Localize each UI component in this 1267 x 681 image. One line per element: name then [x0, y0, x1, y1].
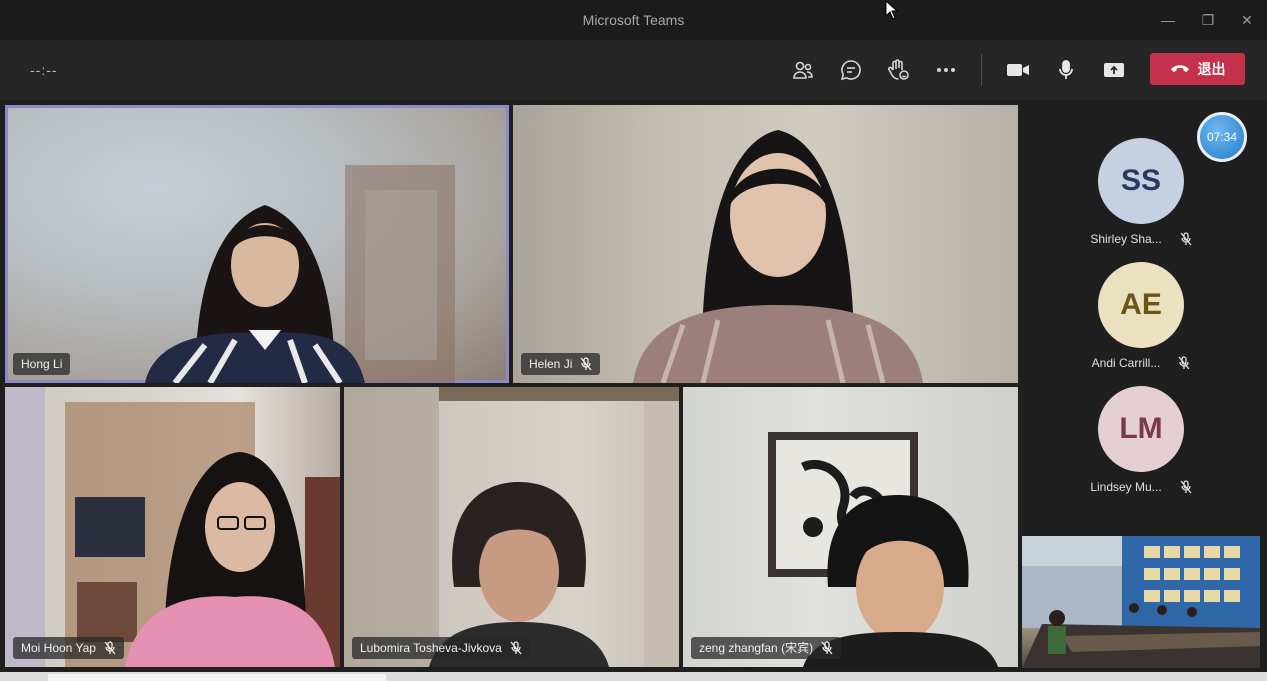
- roster-item-shirley[interactable]: SS Shirley Sha...: [1076, 138, 1206, 246]
- window-title: Microsoft Teams: [582, 12, 685, 28]
- mouse-cursor-icon: [885, 0, 899, 20]
- participant-video: [145, 165, 455, 383]
- reactions-button[interactable]: [882, 54, 914, 86]
- video-tile-zeng-zhangfan[interactable]: zeng zhangfan (宋宾): [683, 387, 1018, 667]
- muted-mic-icon: [1180, 480, 1192, 494]
- participant-name-tag: zeng zhangfan (宋宾): [691, 637, 842, 659]
- raise-hand-icon: [888, 59, 909, 80]
- more-options-button[interactable]: [930, 54, 962, 86]
- self-preview-video[interactable]: [1022, 536, 1260, 668]
- meeting-timer: --:--: [30, 62, 58, 78]
- muted-mic-icon: [1180, 232, 1192, 246]
- room-video: [1022, 536, 1260, 668]
- participant-video: [633, 130, 923, 383]
- muted-mic-icon: [510, 641, 522, 655]
- taskbar-segment: [48, 674, 386, 681]
- people-icon: [793, 61, 813, 79]
- roster-item-lindsey[interactable]: LM Lindsey Mu...: [1076, 386, 1206, 494]
- bottom-strip: [0, 672, 1267, 681]
- camera-toggle-button[interactable]: [1002, 54, 1034, 86]
- participant-name: zeng zhangfan (宋宾): [699, 641, 814, 655]
- avatar: AE: [1098, 262, 1184, 348]
- avatar: LM: [1098, 386, 1184, 472]
- avatar: SS: [1098, 138, 1184, 224]
- roster-name-row: Lindsey Mu...: [1076, 480, 1206, 494]
- share-screen-icon: [1104, 63, 1124, 77]
- title-bar: Microsoft Teams — ❐ ✕: [0, 0, 1267, 40]
- roster-name-row: Andi Carrill...: [1076, 356, 1206, 370]
- toolbar-divider: [981, 54, 982, 86]
- participants-button[interactable]: [787, 54, 819, 86]
- participant-name-tag: Hong Li: [13, 353, 71, 375]
- participant-name: Moi Hoon Yap: [21, 641, 96, 655]
- roster-name: Lindsey Mu...: [1090, 480, 1162, 494]
- microphone-icon: [1059, 60, 1073, 79]
- muted-mic-icon: [580, 357, 592, 371]
- participant-name: Lubomira Tosheva-Jivkova: [360, 641, 502, 655]
- roster-item-andi[interactable]: AE Andi Carrill...: [1076, 262, 1206, 370]
- muted-mic-icon: [104, 641, 116, 655]
- participant-name: Helen Ji: [529, 357, 573, 371]
- meeting-toolbar: --:-- 退出: [0, 40, 1267, 100]
- participant-name-tag: Helen Ji: [521, 353, 601, 375]
- share-screen-button[interactable]: [1098, 54, 1130, 86]
- roster-name: Andi Carrill...: [1091, 356, 1161, 370]
- hang-up-icon: [1170, 65, 1189, 72]
- microphone-toggle-button[interactable]: [1050, 54, 1082, 86]
- minimize-button[interactable]: —: [1150, 6, 1186, 34]
- participant-video: [768, 432, 998, 667]
- video-stage: Hong Li Helen Ji Moi Hoon Yap Lubomira T…: [0, 100, 1267, 681]
- video-camera-icon: [1007, 64, 1029, 76]
- video-tile-hong-li[interactable]: Hong Li: [5, 105, 509, 383]
- roster-name-row: Shirley Sha...: [1076, 232, 1206, 246]
- participant-name: Hong Li: [21, 357, 63, 371]
- video-tile-lubomira-tosheva-jivkova[interactable]: Lubomira Tosheva-Jivkova: [344, 387, 679, 667]
- participant-video: [344, 387, 679, 667]
- ellipsis-icon: [937, 68, 955, 72]
- teams-window: Microsoft Teams — ❐ ✕ --:-- 退出 Hong Li H…: [0, 0, 1267, 681]
- muted-mic-icon: [1178, 356, 1190, 370]
- video-tile-helen-ji[interactable]: Helen Ji: [513, 105, 1018, 383]
- roster-name: Shirley Sha...: [1090, 232, 1162, 246]
- muted-mic-icon: [821, 641, 833, 655]
- participant-name-tag: Lubomira Tosheva-Jivkova: [352, 637, 530, 659]
- chat-bubble-icon: [840, 60, 861, 81]
- chat-button[interactable]: [835, 54, 867, 86]
- close-button[interactable]: ✕: [1229, 6, 1265, 34]
- participant-video: [5, 387, 340, 667]
- participant-name-tag: Moi Hoon Yap: [13, 637, 124, 659]
- leave-button[interactable]: 退出: [1150, 53, 1245, 85]
- video-tile-moi-hoon-yap[interactable]: Moi Hoon Yap: [5, 387, 340, 667]
- maximize-button[interactable]: ❐: [1190, 6, 1226, 34]
- leave-label: 退出: [1197, 61, 1226, 77]
